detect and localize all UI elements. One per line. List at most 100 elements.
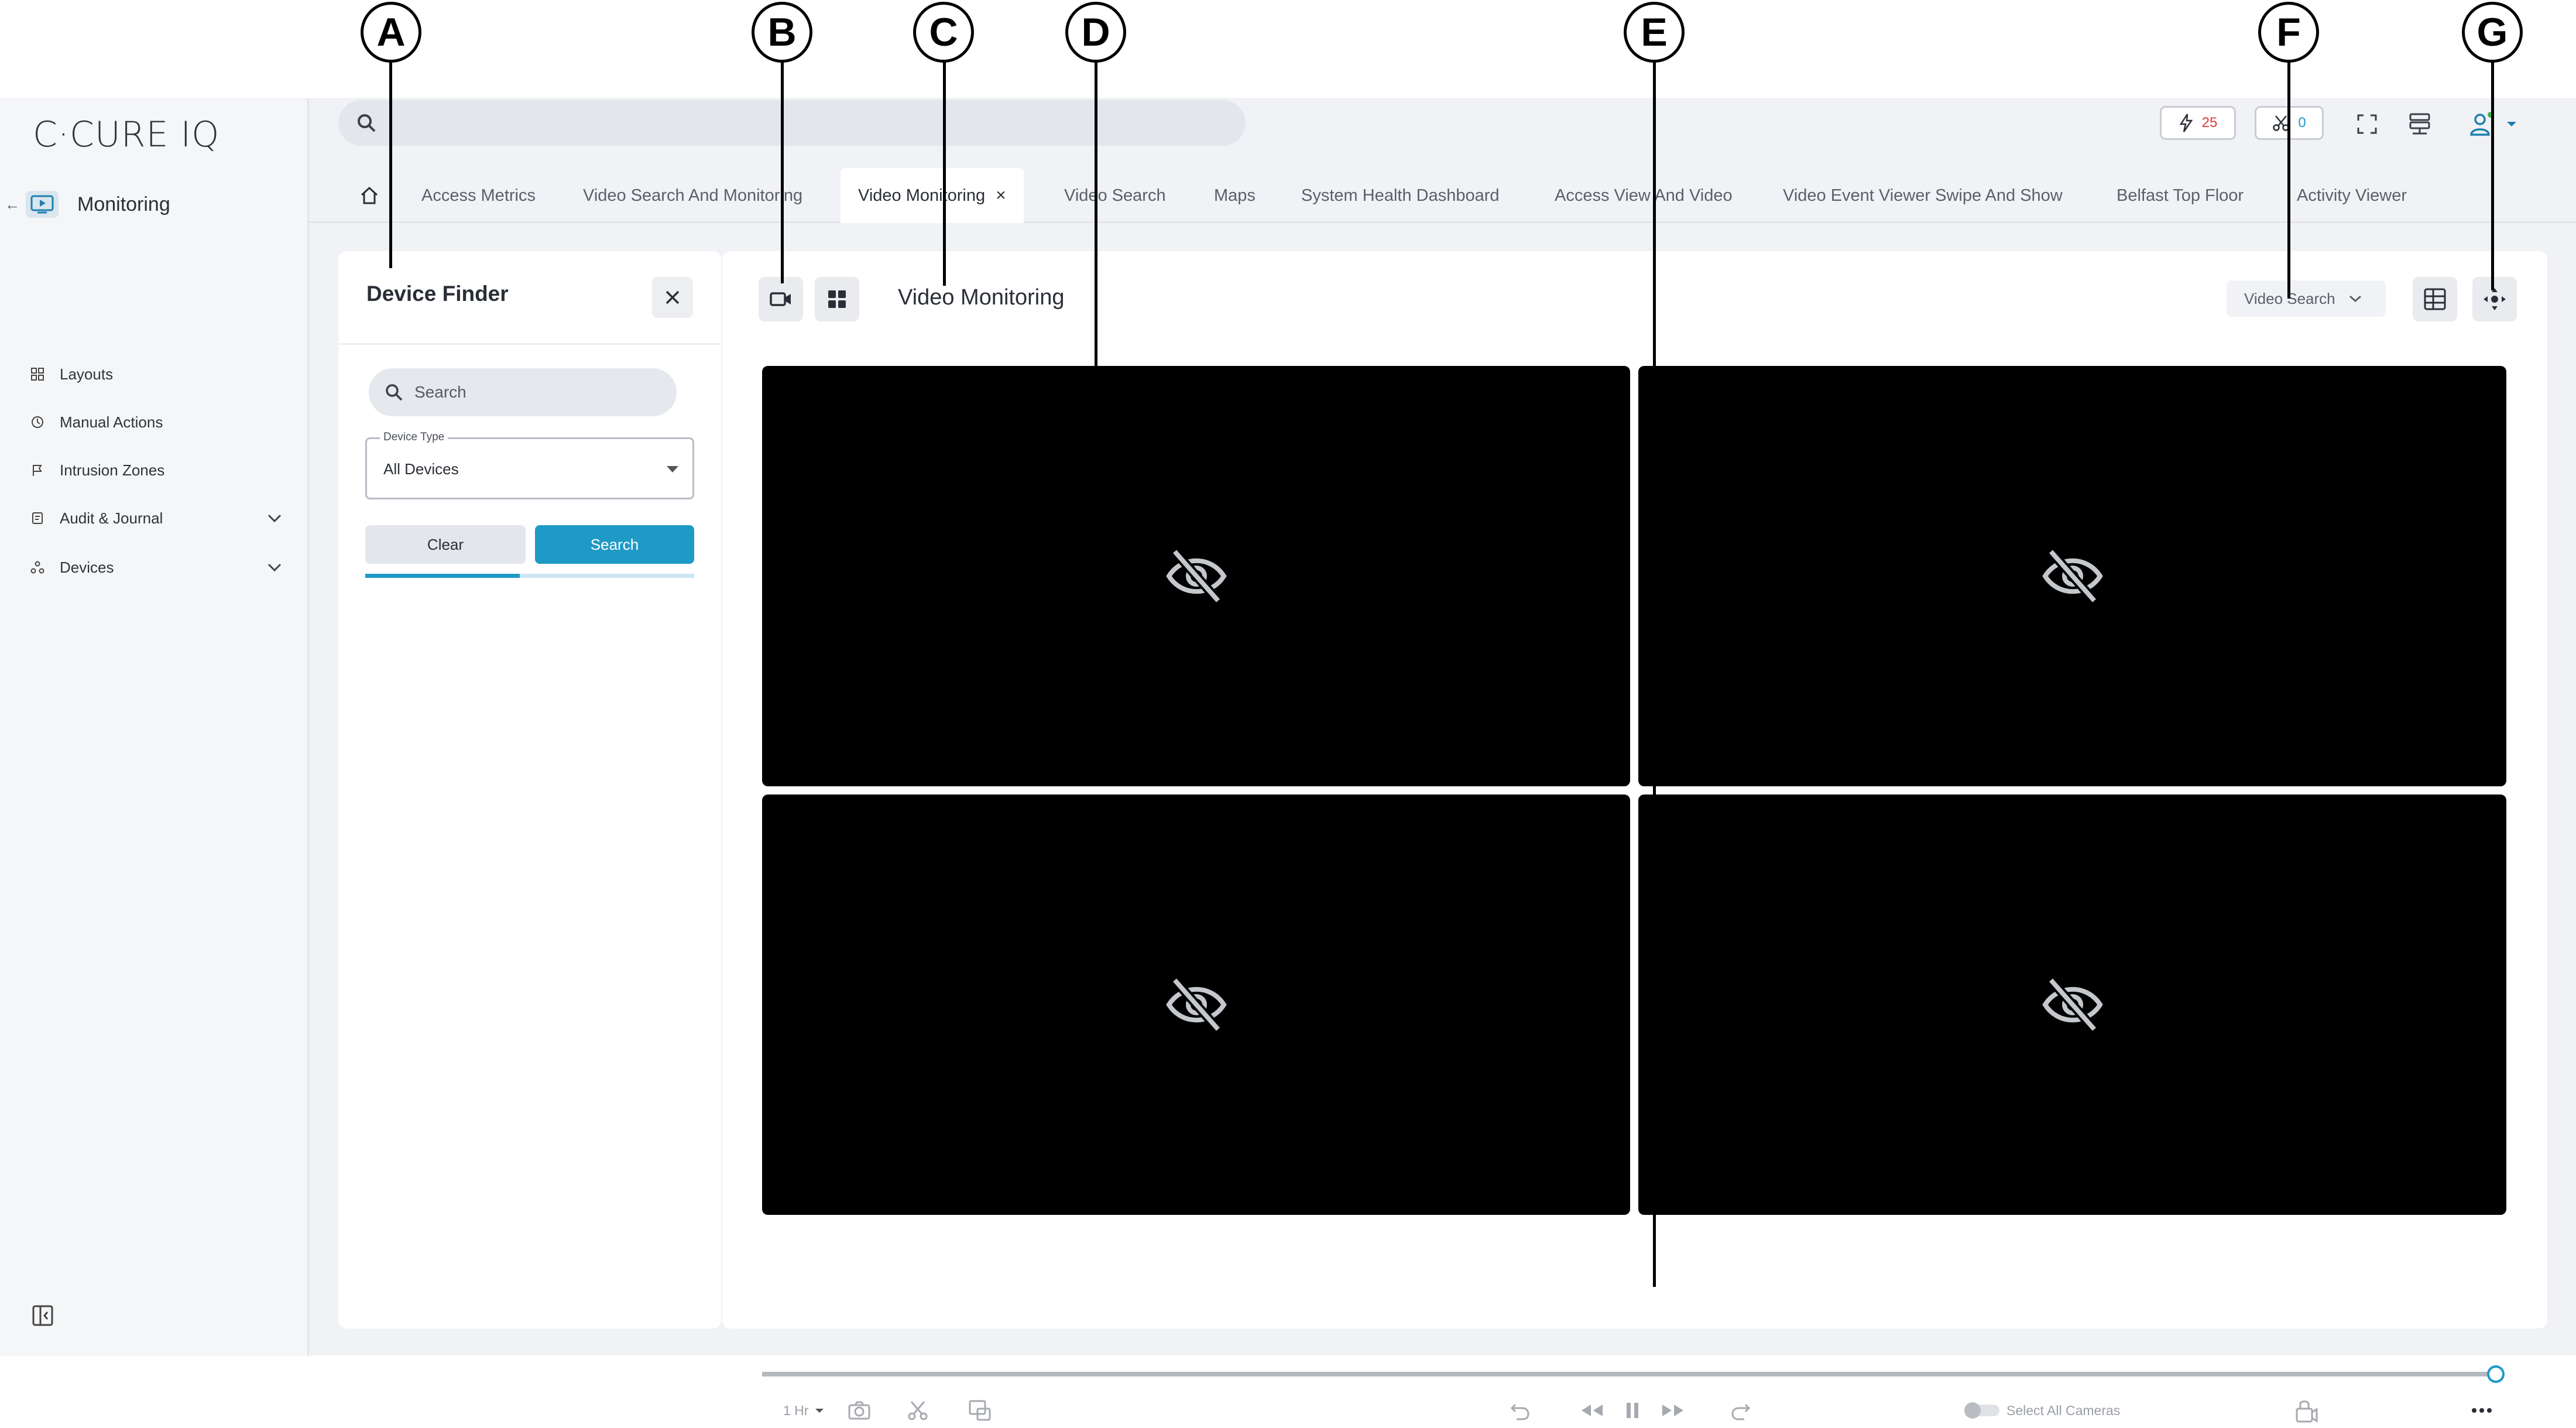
fullscreen-icon[interactable] (2352, 109, 2382, 139)
callout-line-e (1653, 62, 1656, 1287)
select-all-cameras-toggle[interactable]: Select All Cameras (1962, 1393, 2120, 1428)
cut-count: 0 (2298, 115, 2306, 131)
callout-f: F (2258, 2, 2319, 63)
video-panel-title: Video Monitoring (898, 285, 1065, 310)
search-progress-fill (365, 574, 520, 578)
camera-lock-icon[interactable] (2294, 1393, 2318, 1428)
app-root: C·CURE IQ ← Monitoring Layouts Manual Ac… (0, 0, 2576, 1423)
layouts-icon (30, 367, 48, 381)
callout-e: E (1624, 2, 1685, 63)
clear-button[interactable]: Clear (365, 525, 526, 564)
table-layout-icon (2423, 287, 2447, 311)
tab-activity-viewer[interactable]: Activity Viewer (2297, 168, 2407, 223)
video-tile[interactable] (762, 366, 1630, 786)
tab-maps[interactable]: Maps (1214, 168, 1256, 223)
callout-line-f (2287, 62, 2290, 299)
callout-line-d (1095, 62, 1097, 381)
caret-down-icon (667, 466, 678, 472)
video-camera-icon (769, 290, 793, 309)
sidebar-item-label: Manual Actions (60, 413, 163, 431)
eye-slash-icon (1164, 975, 1229, 1034)
tab-home[interactable] (359, 168, 379, 223)
callout-a: A (361, 2, 421, 63)
chevron-down-icon[interactable] (267, 513, 282, 523)
mode-dropdown[interactable]: Video Search (2227, 280, 2386, 317)
sidebar-item-label: Layouts (60, 365, 114, 383)
export-icon[interactable] (968, 1393, 992, 1428)
device-type-select[interactable]: Device Type All Devices (365, 431, 694, 499)
manual-actions-icon (30, 415, 48, 429)
redo-icon[interactable] (1730, 1393, 1751, 1428)
playback-controls: 1 Hr Select All Cameras (762, 1393, 2506, 1428)
sidebar-item-manual-actions[interactable]: Manual Actions (30, 407, 282, 437)
flag-icon (30, 463, 48, 477)
video-tiles-grid (762, 366, 2506, 1215)
video-tile[interactable] (762, 795, 1630, 1215)
device-search-input[interactable]: Search (369, 368, 677, 416)
duration-select[interactable]: 1 Hr (783, 1393, 825, 1428)
pause-icon[interactable] (1625, 1393, 1640, 1428)
tab-access-view-and-video[interactable]: Access View And Video (1555, 168, 1733, 223)
more-options-icon[interactable] (2471, 1393, 2492, 1428)
device-finder-panel: Device Finder Search Device Type All Dev… (338, 251, 721, 1328)
sidebar-item-layouts[interactable]: Layouts (30, 359, 282, 389)
app-logo: C·CURE IQ (33, 114, 220, 155)
tab-system-health-dashboard[interactable]: System Health Dashboard (1301, 168, 1500, 223)
events-button[interactable]: 25 (2160, 106, 2236, 140)
tab-belfast-top-floor[interactable]: Belfast Top Floor (2117, 168, 2244, 223)
eye-slash-icon (2040, 975, 2105, 1034)
tab-video-monitoring[interactable]: Video Monitoring × (841, 168, 1024, 223)
tab-video-search[interactable]: Video Search (1064, 168, 1166, 223)
sidebar-item-intrusion-zones[interactable]: Intrusion Zones (30, 456, 282, 485)
scissors-icon[interactable] (907, 1393, 928, 1428)
camera-view-button[interactable] (759, 277, 803, 321)
ptz-control-button[interactable] (2472, 277, 2517, 321)
sidebar-item-monitoring[interactable]: ← Monitoring (5, 187, 297, 222)
search-icon (356, 112, 377, 133)
events-count: 25 (2201, 115, 2218, 131)
sidebar-item-label: Intrusion Zones (60, 461, 165, 479)
device-type-value: All Devices (383, 460, 459, 478)
snapshot-camera-icon[interactable] (848, 1393, 871, 1428)
ptz-icon (2482, 286, 2508, 312)
app-frame: C·CURE IQ ← Monitoring Layouts Manual Ac… (0, 98, 2576, 1423)
sidebar-item-audit-journal[interactable]: Audit & Journal (30, 504, 282, 533)
callout-line-a (389, 62, 392, 268)
video-tile[interactable] (1638, 795, 2506, 1215)
caret-down-icon (814, 1408, 825, 1414)
caret-down-icon (2506, 121, 2517, 128)
sidebar-item-label: Devices (60, 558, 114, 576)
chevron-down-icon (2348, 294, 2362, 303)
undo-icon[interactable] (1510, 1393, 1531, 1428)
journal-icon (30, 511, 48, 525)
grid-icon (827, 289, 847, 309)
devices-icon (30, 560, 48, 574)
device-finder-header: Device Finder (338, 251, 721, 345)
eye-slash-icon (1164, 547, 1229, 605)
grid-layout-button[interactable] (815, 277, 859, 321)
sidebar: C·CURE IQ ← Monitoring Layouts Manual Ac… (0, 99, 309, 1356)
tab-video-search-and-monitoring[interactable]: Video Search And Monitoring (583, 168, 802, 223)
back-arrow-icon[interactable]: ← (5, 196, 20, 214)
search-button[interactable]: Search (535, 525, 694, 564)
close-tab-icon[interactable]: × (996, 186, 1006, 206)
tab-video-event-viewer[interactable]: Video Event Viewer Swipe And Show (1783, 168, 2063, 223)
callout-g: G (2462, 2, 2523, 63)
layout-table-button[interactable] (2413, 277, 2457, 321)
lightning-icon (2179, 113, 2194, 133)
close-finder-button[interactable] (652, 277, 693, 318)
top-bar: 25 0 (309, 99, 2576, 169)
chevron-down-icon[interactable] (267, 563, 282, 572)
rewind-icon[interactable] (1579, 1393, 1605, 1428)
global-search-input[interactable] (338, 100, 1246, 146)
search-progress-track (365, 574, 694, 578)
toggle-switch[interactable] (1962, 1400, 2002, 1421)
video-tile[interactable] (1638, 366, 2506, 786)
playback-timeline[interactable] (762, 1362, 2506, 1386)
collapse-sidebar-icon[interactable] (32, 1304, 54, 1327)
fast-forward-icon[interactable] (1660, 1393, 1686, 1428)
tab-access-metrics[interactable]: Access Metrics (421, 168, 536, 223)
device-finder-title: Device Finder (366, 282, 509, 306)
server-icon[interactable] (2405, 109, 2434, 139)
sidebar-item-devices[interactable]: Devices (30, 553, 282, 582)
